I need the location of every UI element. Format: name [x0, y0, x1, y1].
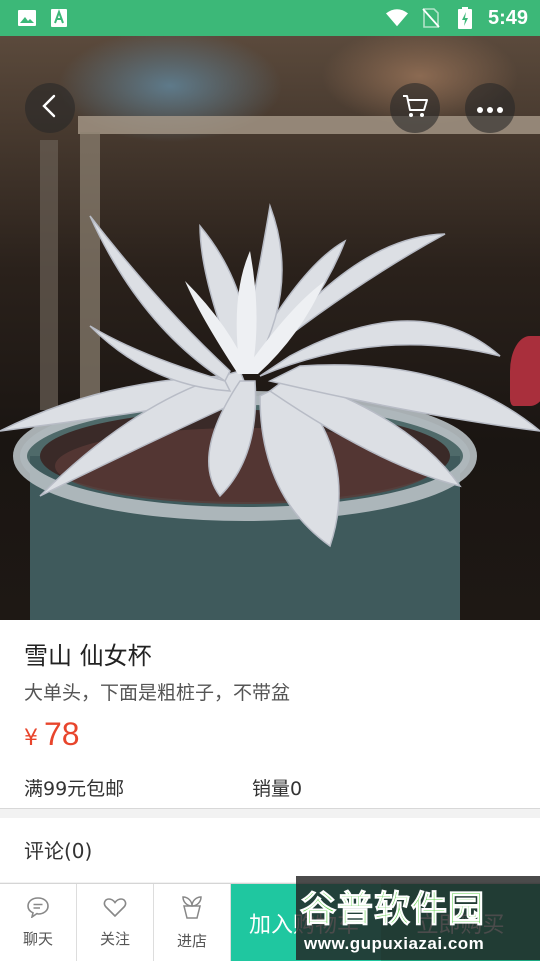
store-plant-icon	[180, 894, 204, 924]
product-image[interactable]	[0, 36, 540, 620]
price-value: 78	[44, 716, 80, 752]
more-horizontal-icon	[476, 99, 504, 118]
heart-icon	[103, 896, 127, 922]
status-bar: 5:49	[0, 0, 540, 36]
no-sim-icon	[420, 7, 442, 29]
product-description: 大单头，下面是粗桩子，不带盆	[24, 682, 291, 704]
product-title: 雪山 仙女杯	[24, 642, 152, 670]
currency-symbol: ¥	[24, 726, 38, 751]
product-price: ¥ 78	[24, 716, 80, 753]
comments-section[interactable]: 评论(0)	[0, 818, 540, 882]
store-label: 进店	[176, 932, 207, 950]
comments-label: 评论(0)	[24, 839, 93, 863]
product-info: 雪山 仙女杯 大单头，下面是粗桩子，不带盆 ¥ 78 满99元包邮 销量0	[0, 620, 540, 808]
divider	[0, 808, 540, 809]
image-icon	[16, 7, 38, 29]
cart-button[interactable]	[390, 83, 440, 133]
add-to-cart-button[interactable]: 加入购物车	[231, 884, 381, 961]
chat-label: 聊天	[22, 930, 53, 948]
follow-label: 关注	[99, 930, 130, 948]
follow-button[interactable]: 关注	[77, 884, 154, 961]
app-store-icon	[48, 7, 70, 29]
shipping-info: 满99元包邮	[24, 778, 125, 800]
chat-bubble-icon	[26, 896, 50, 922]
chat-button[interactable]: 聊天	[0, 884, 77, 961]
succulent-illustration	[0, 203, 540, 620]
back-button[interactable]	[25, 83, 75, 133]
more-button[interactable]	[465, 83, 515, 133]
status-time: 5:49	[487, 6, 528, 29]
cart-icon	[401, 93, 429, 123]
wifi-icon	[385, 7, 408, 29]
chevron-left-icon	[40, 94, 60, 122]
bottom-action-bar: 聊天 关注 进店 加入购物车 立即购买	[0, 883, 540, 961]
store-button[interactable]: 进店	[154, 884, 231, 961]
battery-charging-icon	[454, 7, 476, 29]
sales-count: 销量0	[252, 778, 303, 800]
buy-now-button[interactable]: 立即购买	[381, 884, 540, 961]
